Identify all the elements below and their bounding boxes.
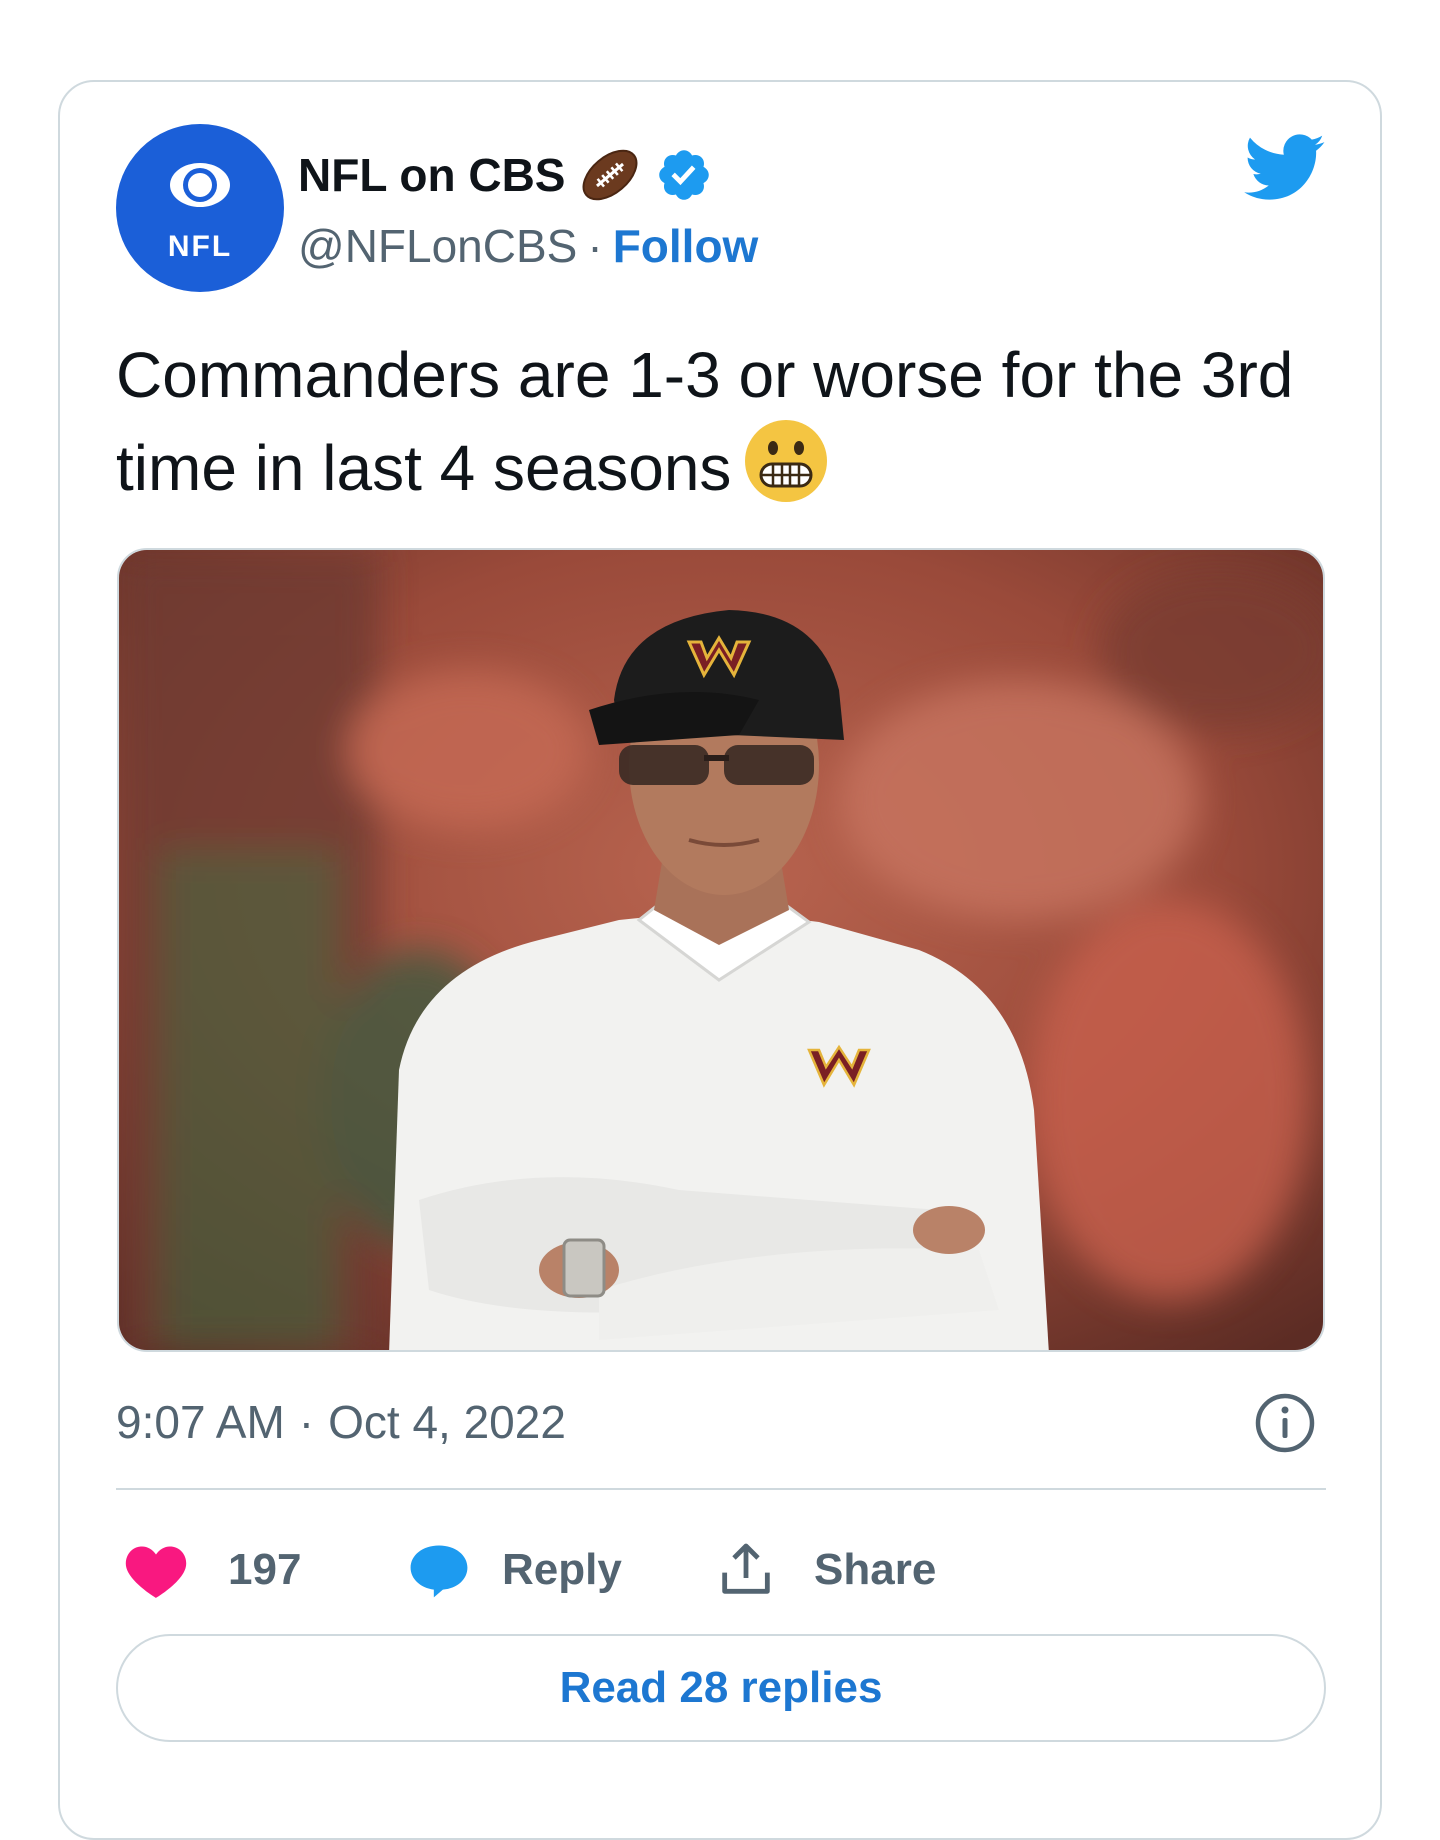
tweet-timestamp[interactable]: 9:07 AM · Oct 4, 2022 (116, 1390, 566, 1454)
divider (116, 1488, 1326, 1490)
share-upload-icon (722, 1543, 770, 1594)
tweet-actions: 197 Reply Share (116, 1530, 1326, 1610)
speech-bubble-icon (410, 1545, 468, 1598)
author-handle-row: @NFLonCBS · Follow (298, 214, 758, 278)
timestamp-separator: · (298, 1396, 315, 1448)
avatar-label: NFL (167, 230, 233, 263)
share-label: Share (814, 1545, 937, 1594)
tweet-text-content: Commanders are 1-3 or worse for the 3rd … (116, 339, 1294, 504)
tweet-time: 9:07 AM (116, 1396, 285, 1448)
football-icon (583, 149, 638, 201)
cbs-eye-logo (170, 163, 230, 207)
read-replies-label: Read 28 replies (559, 1663, 883, 1712)
reply-label: Reply (502, 1545, 622, 1594)
tweet-photo[interactable] (117, 548, 1325, 1352)
twitter-bird-icon[interactable] (1244, 134, 1326, 202)
coach-photo-illustration (119, 550, 1323, 1350)
author-name-row: NFL on CBS (298, 140, 713, 210)
display-name[interactable]: NFL on CBS (298, 148, 565, 202)
handle-separator: · (587, 220, 603, 272)
tweet-date: Oct 4, 2022 (328, 1396, 566, 1448)
follow-button[interactable]: Follow (613, 219, 759, 273)
info-icon[interactable] (1254, 1392, 1316, 1454)
tweet-text: Commanders are 1-3 or worse for the 3rd … (116, 332, 1336, 511)
heart-icon (125, 1546, 187, 1598)
like-count: 197 (228, 1545, 302, 1594)
avatar[interactable]: NFL (116, 124, 284, 292)
author-handle[interactable]: @NFLonCBS (298, 219, 577, 273)
verified-badge-icon (659, 150, 710, 200)
share-button[interactable]: Share (714, 1530, 936, 1610)
reply-button[interactable]: Reply (408, 1530, 622, 1610)
read-replies-button[interactable]: Read 28 replies (116, 1634, 1326, 1742)
grimacing-face-icon (745, 420, 828, 502)
like-button[interactable]: 197 (124, 1530, 301, 1610)
